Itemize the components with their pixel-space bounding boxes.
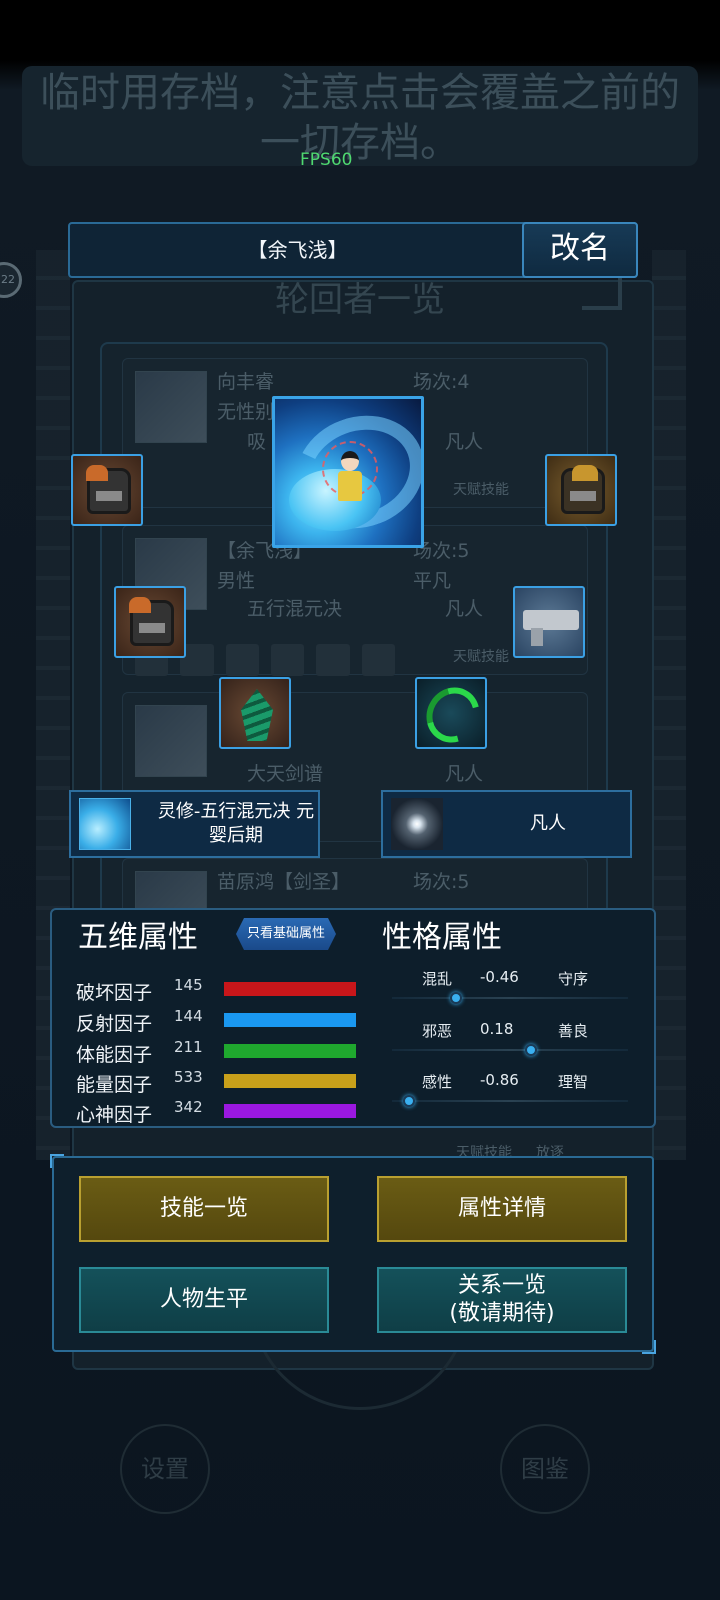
cultivation-text: 灵修-五行混元决 元婴后期	[157, 801, 315, 846]
stat-row: 能量因子 533	[76, 1068, 366, 1098]
card-scene: 场次:4	[413, 371, 470, 393]
stat-value: 144	[174, 1007, 203, 1025]
attribute-details-button[interactable]: 属性详情	[377, 1176, 627, 1242]
trait-knob	[525, 1044, 538, 1056]
armor-slot[interactable]	[545, 454, 617, 526]
biography-button[interactable]: 人物生平	[79, 1267, 329, 1333]
head-gear-slot[interactable]	[114, 586, 186, 658]
settings-button[interactable]: 设置	[120, 1424, 210, 1514]
card-realm: 凡人	[445, 763, 484, 785]
card-realm: 凡人	[445, 431, 484, 453]
stat-name: 能量因子	[76, 1074, 153, 1096]
avatar	[135, 705, 207, 777]
trait-left: 混乱	[422, 970, 453, 988]
card-skill: 五行混元决	[247, 598, 343, 620]
cultivation-box[interactable]: 灵修-五行混元决 元婴后期	[69, 790, 320, 858]
trait-right: 理智	[558, 1073, 589, 1091]
water-skill-icon	[79, 798, 131, 850]
trait-knob	[449, 992, 462, 1004]
realm-text: 凡人	[530, 813, 566, 834]
stat-bar	[224, 1074, 356, 1088]
helmet-icon	[129, 597, 174, 646]
stat-row: 反射因子 144	[76, 1007, 366, 1037]
stat-value: 533	[174, 1068, 203, 1086]
stat-name: 体能因子	[76, 1044, 153, 1066]
stat-name: 反射因子	[76, 1013, 153, 1035]
card-gender: 无性别	[217, 401, 275, 423]
character-sprite	[322, 441, 378, 507]
stat-row: 破坏因子 145	[76, 976, 366, 1006]
stat-bar	[224, 1044, 356, 1058]
card-skill: 大天剑谱	[247, 763, 324, 785]
relations-button[interactable]: 关系一览 (敬请期待)	[377, 1267, 627, 1333]
trait-value: 0.18	[480, 1020, 514, 1038]
stat-value: 342	[174, 1098, 203, 1116]
trait-right: 守序	[558, 970, 589, 988]
gun-icon	[523, 610, 579, 646]
save-notice[interactable]: 临时用存档，注意点击会覆盖之前的一切存档。	[22, 66, 698, 166]
stat-bar	[224, 982, 356, 996]
trait-track	[392, 1100, 628, 1102]
card-skill: 吸	[247, 431, 267, 453]
five-dim-title: 五维属性	[78, 920, 198, 955]
stat-bar	[224, 1104, 356, 1118]
talent-label: 天赋技能	[453, 649, 509, 665]
personality-row: 混乱 -0.46 守序	[392, 968, 632, 1018]
card-name: 苗原鸿【剑圣】	[217, 871, 351, 893]
right-decor-strip	[652, 250, 686, 1160]
accessory-slot[interactable]	[219, 677, 291, 749]
stat-bar	[224, 1013, 356, 1027]
card-realm: 凡人	[445, 598, 484, 620]
card-gender: 男性	[217, 570, 256, 592]
rename-button[interactable]: 改名	[522, 222, 638, 278]
talent-label: 天赋技能	[453, 482, 509, 498]
crystal-icon	[241, 689, 273, 741]
dna-icon	[417, 679, 485, 747]
star-realm-icon	[391, 798, 443, 850]
trait-track	[392, 997, 628, 999]
character-name: 【余飞浅】	[247, 238, 348, 262]
trait-left: 邪恶	[422, 1022, 453, 1040]
trait-value: -0.86	[480, 1071, 519, 1089]
stat-row: 体能因子 211	[76, 1038, 366, 1068]
stat-name: 心神因子	[76, 1104, 153, 1126]
stat-row: 心神因子 342	[76, 1098, 366, 1128]
realm-box[interactable]: 凡人	[381, 790, 632, 858]
weapon-slot[interactable]	[513, 586, 585, 658]
fps-counter: FPS60	[300, 150, 353, 170]
stat-name: 破坏因子	[76, 982, 153, 1004]
personality-row: 感性 -0.86 理智	[392, 1071, 632, 1121]
helmet-icon	[86, 465, 131, 514]
personality-row: 邪恶 0.18 善良	[392, 1020, 632, 1070]
personality-title: 性格属性	[382, 920, 502, 955]
card-name: 向丰睿	[217, 371, 275, 393]
basic-attr-toggle[interactable]: 只看基础属性	[236, 918, 336, 950]
avatar	[135, 371, 207, 443]
game-screen: 临时用存档，注意点击会覆盖之前的一切存档。 FPS60 22 轮回者一览 向丰睿…	[0, 0, 720, 1600]
skill-list-button[interactable]: 技能一览	[79, 1176, 329, 1242]
action-panel: 技能一览 属性详情 人物生平 关系一览 (敬请期待)	[50, 1154, 656, 1354]
trait-left: 感性	[422, 1073, 453, 1091]
trait-right: 善良	[558, 1022, 589, 1040]
card-scene: 场次:5	[413, 871, 470, 893]
gene-slot[interactable]	[415, 677, 487, 749]
trait-value: -0.46	[480, 968, 519, 986]
card-rank: 平凡	[413, 570, 452, 592]
character-portrait	[272, 396, 424, 548]
codex-button[interactable]: 图鉴	[500, 1424, 590, 1514]
armor-icon	[561, 465, 605, 514]
attribute-panel: 五维属性 只看基础属性 性格属性 破坏因子 145 反射因子 144 体能因子 …	[50, 908, 656, 1128]
trait-track	[392, 1049, 628, 1051]
trait-knob	[402, 1095, 415, 1107]
helmet-slot[interactable]	[71, 454, 143, 526]
stat-value: 145	[174, 976, 203, 994]
stat-value: 211	[174, 1038, 203, 1056]
